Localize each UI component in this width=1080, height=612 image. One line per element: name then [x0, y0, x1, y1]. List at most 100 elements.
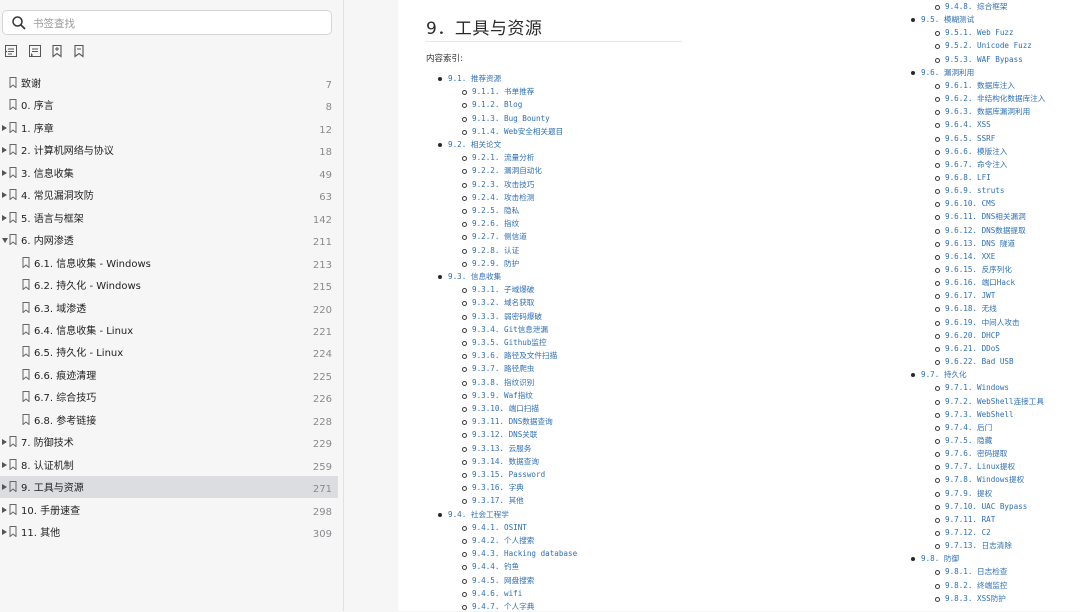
index-subsection-link[interactable]: 9.3.14. 数据查询 — [462, 457, 539, 467]
bookmark-search-box[interactable] — [2, 10, 332, 35]
index-subsection-link[interactable]: 9.3.3. 弱密码爆破 — [462, 312, 542, 322]
index-subsection-link[interactable]: 9.8.2. 终端监控 — [935, 581, 1007, 591]
index-subsection-link[interactable]: 9.6.3. 数据库漏洞利用 — [935, 107, 1030, 117]
index-subsection-link[interactable]: 9.1.1. 书单推荐 — [462, 87, 534, 97]
bookmark-item[interactable]: 1. 序章 12 — [0, 117, 338, 139]
bookmark-item[interactable]: 3. 信息收集 49 — [0, 162, 338, 184]
bookmark-item[interactable]: 6.4. 信息收集 - Linux 221 — [0, 319, 338, 341]
chevron-right-icon[interactable] — [2, 484, 7, 491]
index-subsection-link[interactable]: 9.7.10. UAC Bypass — [935, 502, 1027, 512]
index-subsection-link[interactable]: 9.4.8. 综合框架 — [935, 2, 1007, 12]
chevron-right-icon[interactable] — [2, 169, 7, 176]
chevron-right-icon[interactable] — [2, 147, 7, 154]
index-subsection-link[interactable]: 9.7.13. 日志清除 — [935, 541, 1012, 551]
index-subsection-link[interactable]: 9.4.2. 个人搜索 — [462, 536, 534, 546]
bookmark-item[interactable]: 6.5. 持久化 - Linux 224 — [0, 341, 338, 363]
index-subsection-link[interactable]: 9.6.20. DHCP — [935, 331, 1000, 341]
index-subsection-link[interactable]: 9.3.13. 云服务 — [462, 444, 531, 454]
index-subsection-link[interactable]: 9.3.4. Git信息泄漏 — [462, 325, 548, 335]
index-subsection-link[interactable]: 9.5.3. WAF Bypass — [935, 55, 1023, 65]
index-subsection-link[interactable]: 9.3.17. 其他 — [462, 496, 524, 506]
index-section-link[interactable]: 9.3. 信息收集 — [438, 272, 501, 282]
index-subsection-link[interactable]: 9.7.11. RAT — [935, 515, 995, 525]
index-subsection-link[interactable]: 9.2.6. 指纹 — [462, 219, 519, 229]
index-subsection-link[interactable]: 9.6.7. 命令注入 — [935, 160, 1007, 170]
index-subsection-link[interactable]: 9.3.16. 字典 — [462, 483, 524, 493]
index-subsection-link[interactable]: 9.7.9. 提权 — [935, 489, 992, 499]
bookmark-item[interactable]: 6.8. 参考链接 228 — [0, 409, 338, 431]
index-subsection-link[interactable]: 9.3.15. Password — [462, 470, 545, 480]
index-subsection-link[interactable]: 9.6.21. DDoS — [935, 344, 1000, 354]
index-subsection-link[interactable]: 9.6.8. LFI — [935, 173, 991, 183]
index-subsection-link[interactable]: 9.1.4. Web安全相关题目 — [462, 127, 563, 137]
index-subsection-link[interactable]: 9.3.10. 端口扫描 — [462, 404, 539, 414]
chevron-right-icon[interactable] — [2, 214, 7, 221]
index-subsection-link[interactable]: 9.4.4. 钓鱼 — [462, 562, 519, 572]
index-subsection-link[interactable]: 9.7.1. Windows — [935, 383, 1009, 393]
index-subsection-link[interactable]: 9.7.4. 后门 — [935, 423, 992, 433]
bookmark-outline-icon[interactable] — [72, 44, 86, 58]
index-subsection-link[interactable]: 9.2.1. 流量分析 — [462, 153, 534, 163]
index-section-link[interactable]: 9.4. 社会工程学 — [438, 510, 509, 520]
index-subsection-link[interactable]: 9.6.5. SSRF — [935, 134, 995, 144]
index-subsection-link[interactable]: 9.6.10. CMS — [935, 199, 995, 209]
index-subsection-link[interactable]: 9.8.1. 日志检查 — [935, 567, 1007, 577]
chevron-right-icon[interactable] — [2, 192, 7, 199]
index-subsection-link[interactable]: 9.6.18. 无线 — [935, 304, 997, 314]
chevron-right-icon[interactable] — [2, 529, 7, 535]
bookmark-item[interactable]: 6.3. 域渗透 220 — [0, 297, 338, 319]
index-subsection-link[interactable]: 9.3.11. DNS数据查询 — [462, 417, 553, 427]
index-section-link[interactable]: 9.5. 模糊测试 — [911, 15, 974, 25]
index-subsection-link[interactable]: 9.2.9. 防护 — [462, 259, 519, 269]
index-subsection-link[interactable]: 9.2.4. 攻击检测 — [462, 193, 534, 203]
index-section-link[interactable]: 9.1. 推荐资源 — [438, 74, 501, 84]
index-subsection-link[interactable]: 9.4.3. Hacking database — [462, 549, 577, 559]
bookmark-item[interactable]: 6.6. 痕迹清理 225 — [0, 364, 338, 386]
bookmark-item[interactable]: 6.2. 持久化 - Windows 215 — [0, 274, 338, 296]
index-subsection-link[interactable]: 9.5.2. Unicode Fuzz — [935, 41, 1032, 51]
index-subsection-link[interactable]: 9.7.2. WebShell连接工具 — [935, 397, 1044, 407]
bookmark-item[interactable]: 0. 序言 8 — [0, 94, 338, 116]
index-subsection-link[interactable]: 9.7.12. C2 — [935, 528, 991, 538]
chevron-down-icon[interactable] — [2, 238, 8, 244]
index-subsection-link[interactable]: 9.3.12. DNS关联 — [462, 430, 537, 440]
bookmark-item[interactable]: 11. 其他 309 — [0, 521, 338, 543]
index-subsection-link[interactable]: 9.8.3. XSS防护 — [935, 594, 1006, 604]
bookmark-item[interactable]: 5. 语言与框架 142 — [0, 207, 338, 229]
index-subsection-link[interactable]: 9.7.3. WebShell — [935, 410, 1014, 420]
chevron-right-icon[interactable] — [2, 506, 7, 513]
index-subsection-link[interactable]: 9.4.6. wifi — [462, 589, 522, 599]
index-subsection-link[interactable]: 9.6.2. 非结构化数据库注入 — [935, 94, 1045, 104]
bookmark-expand-icon[interactable] — [4, 44, 18, 58]
index-subsection-link[interactable]: 9.3.9. Waf指纹 — [462, 391, 533, 401]
index-subsection-link[interactable]: 9.3.6. 路径及文件扫描 — [462, 351, 557, 361]
bookmark-add-icon[interactable] — [50, 44, 64, 58]
index-subsection-link[interactable]: 9.5.1. Web Fuzz — [935, 28, 1014, 38]
index-subsection-link[interactable]: 9.6.9. struts — [935, 186, 1004, 196]
index-subsection-link[interactable]: 9.6.13. DNS 隧道 — [935, 239, 1015, 249]
index-subsection-link[interactable]: 9.1.3. Bug Bounty — [462, 114, 550, 124]
index-subsection-link[interactable]: 9.6.12. DNS数据提取 — [935, 226, 1026, 236]
chevron-right-icon[interactable] — [2, 439, 7, 446]
bookmark-item[interactable]: 6.7. 综合技巧 226 — [0, 386, 338, 408]
index-subsection-link[interactable]: 9.2.3. 攻击技巧 — [462, 180, 534, 190]
bookmark-item[interactable]: 4. 常见漏洞攻防 63 — [0, 184, 338, 206]
index-subsection-link[interactable]: 9.3.7. 路径爬虫 — [462, 364, 534, 374]
index-subsection-link[interactable]: 9.3.2. 域名获取 — [462, 298, 534, 308]
bookmark-search-input[interactable] — [31, 13, 325, 34]
index-subsection-link[interactable]: 9.1.2. Blog — [462, 100, 522, 110]
index-subsection-link[interactable]: 9.6.19. 中间人攻击 — [935, 318, 1020, 328]
index-subsection-link[interactable]: 9.4.5. 网盘搜索 — [462, 576, 534, 586]
index-subsection-link[interactable]: 9.6.14. XXE — [935, 252, 995, 262]
index-subsection-link[interactable]: 9.7.7. Linux提权 — [935, 462, 1015, 472]
index-section-link[interactable]: 9.7. 持久化 — [911, 370, 967, 380]
index-subsection-link[interactable]: 9.6.6. 模版注入 — [935, 147, 1007, 157]
index-section-link[interactable]: 9.8. 防御 — [911, 554, 959, 564]
bookmark-item[interactable]: 6. 内网渗透 211 — [0, 229, 338, 251]
index-subsection-link[interactable]: 9.6.17. JWT — [935, 291, 995, 301]
index-subsection-link[interactable]: 9.3.5. Github监控 — [462, 338, 547, 348]
index-section-link[interactable]: 9.2. 相关论文 — [438, 140, 501, 150]
index-subsection-link[interactable]: 9.2.2. 漏洞自动化 — [462, 166, 542, 176]
bookmark-item[interactable]: 9. 工具与资源 271 — [0, 476, 338, 499]
index-subsection-link[interactable]: 9.3.1. 子域爆破 — [462, 285, 534, 295]
